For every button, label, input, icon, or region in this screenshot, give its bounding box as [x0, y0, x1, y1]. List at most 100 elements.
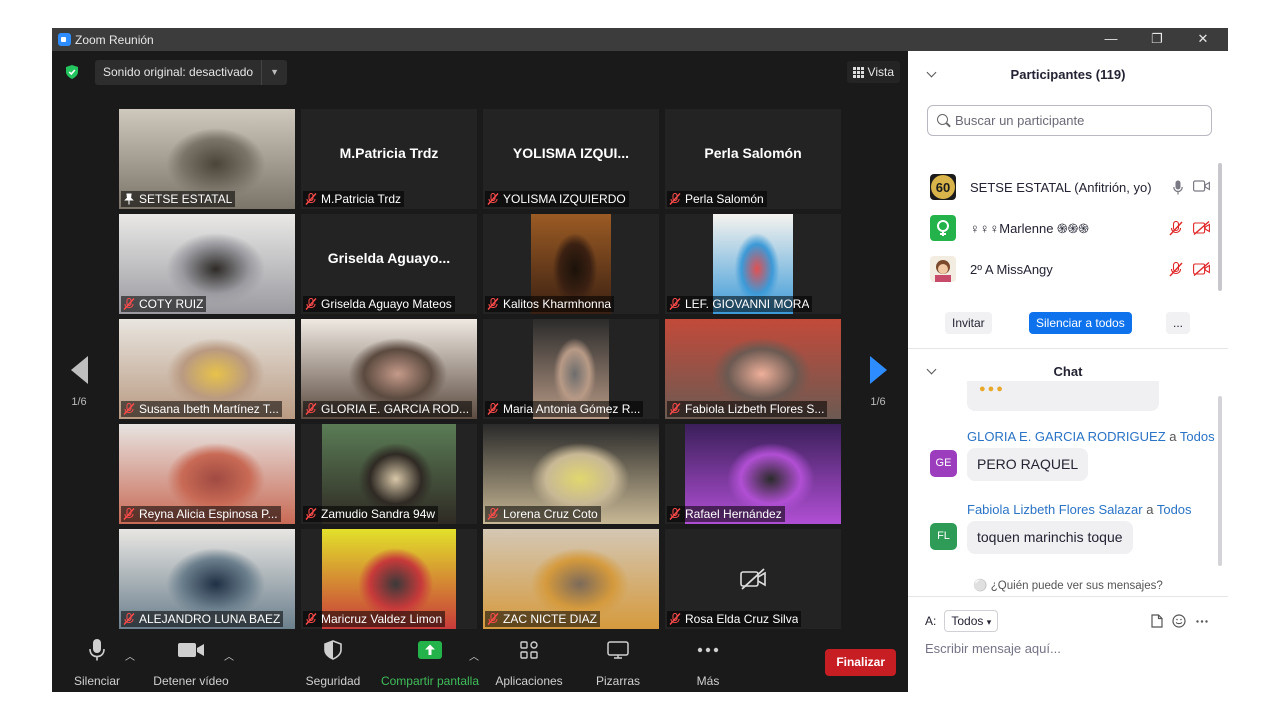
close-button[interactable]: ✕ — [1180, 28, 1226, 51]
muted-microphone-icon — [487, 508, 499, 520]
restore-button[interactable]: ❐ — [1134, 28, 1180, 51]
video-tile[interactable]: Susana Ibeth Martínez T... — [119, 319, 295, 419]
chat-message-input[interactable]: Escribir mensaje aquí... — [925, 641, 1061, 656]
participants-title: Participantes (119) — [1010, 67, 1126, 82]
more-button[interactable]: Más — [676, 634, 740, 692]
microphone-icon[interactable] — [1173, 180, 1183, 195]
avatar: 60 — [930, 174, 956, 200]
chat-scrollbar[interactable] — [1218, 396, 1222, 566]
security-shield-icon — [324, 640, 342, 660]
video-tile[interactable]: YOLISMA IZQUI... YOLISMA IZQUIERDO — [483, 109, 659, 209]
message-recipient[interactable]: Todos — [1180, 429, 1215, 444]
more-options-button[interactable]: ... — [1166, 312, 1191, 334]
original-sound-dropdown[interactable]: Sonido original: desactivado ▼ — [95, 60, 288, 85]
participant-name: COTY RUIZ — [139, 297, 204, 311]
video-tile[interactable]: Reyna Alicia Espinosa P... — [119, 424, 295, 524]
video-tile[interactable]: Maricruz Valdez Limon — [301, 529, 477, 629]
video-camera-icon[interactable] — [1193, 180, 1210, 192]
participant-name: Rosa Elda Cruz Silva — [685, 612, 799, 626]
arrow-right-icon[interactable] — [869, 356, 887, 384]
apps-button[interactable]: Aplicaciones — [490, 634, 568, 692]
collapse-chevron-icon[interactable] — [926, 67, 937, 78]
next-page[interactable]: 1/6 — [863, 356, 893, 408]
muted-microphone-icon[interactable] — [1169, 221, 1183, 236]
message-recipient[interactable]: Todos — [1157, 502, 1192, 517]
video-tile[interactable]: Fabiola Lizbeth Flores S... — [665, 319, 841, 419]
video-tile[interactable]: Griselda Aguayo... Griselda Aguayo Mateos — [301, 214, 477, 314]
video-tile[interactable]: Zamudio Sandra 94w — [301, 424, 477, 524]
stop-video-button[interactable]: Detener vídeo — [148, 634, 234, 692]
participant-name: Fabiola Lizbeth Flores S... — [685, 402, 825, 416]
participants-header[interactable]: Participantes (119) — [908, 67, 1228, 87]
collapse-chevron-icon[interactable] — [926, 364, 937, 375]
participant-name: ALEJANDRO LUNA BAEZ — [139, 612, 281, 626]
participant-name: Susana Ibeth Martínez T... — [139, 402, 279, 416]
participant-search-input[interactable]: Buscar un participante — [927, 105, 1212, 136]
video-off-icon[interactable] — [1193, 262, 1210, 276]
muted-microphone-icon[interactable] — [1169, 262, 1183, 277]
video-tile[interactable]: Rafael Hernández — [665, 424, 841, 524]
participant-row[interactable]: ♀♀♀Marlenne ֍֍֍ — [930, 213, 1210, 243]
video-tile[interactable]: SETSE ESTATAL — [119, 109, 295, 209]
participant-name-label: COTY RUIZ — [121, 296, 207, 312]
video-options-chevron-icon[interactable]: ︿ — [224, 648, 234, 663]
muted-microphone-icon — [669, 508, 681, 520]
share-options-chevron-icon[interactable]: ︿ — [469, 648, 479, 663]
sender-name[interactable]: Fabiola Lizbeth Flores Salazar — [967, 502, 1143, 517]
sender-name[interactable]: GLORIA E. GARCIA RODRIGUEZ — [967, 429, 1166, 444]
more-dots-icon[interactable] — [1196, 620, 1208, 623]
share-screen-button[interactable]: Compartir pantalla — [378, 634, 482, 692]
participant-name: Lorena Cruz Coto — [503, 507, 598, 521]
participant-name: YOLISMA IZQUIERDO — [503, 192, 626, 206]
end-meeting-button[interactable]: Finalizar — [825, 649, 896, 676]
emoji-icon[interactable] — [1172, 614, 1186, 628]
video-tile[interactable]: GLORIA E. GARCIA ROD... — [301, 319, 477, 419]
muted-microphone-icon — [305, 613, 317, 625]
mute-all-button[interactable]: Silenciar a todos — [1029, 312, 1132, 334]
message-to-word: a — [1146, 502, 1154, 517]
video-tile[interactable]: LEF. GIOVANNI MORA — [665, 214, 841, 314]
grid-view-icon — [852, 66, 864, 78]
invite-button[interactable]: Invitar — [945, 312, 992, 334]
video-tile[interactable]: Maria Antonia Gómez R... — [483, 319, 659, 419]
muted-microphone-icon — [487, 613, 499, 625]
video-tile[interactable]: COTY RUIZ — [119, 214, 295, 314]
participant-display-name: Perla Salomón — [704, 145, 802, 161]
who-can-see-link[interactable]: ⚪ ¿Quién puede ver sus mensajes? — [908, 578, 1228, 592]
participant-name: GLORIA E. GARCIA ROD... — [321, 402, 470, 416]
recipient-dropdown[interactable]: Todos ▾ — [944, 610, 999, 632]
participant-row[interactable]: 2º A MissAngy — [930, 254, 1210, 284]
message-bubble: toquen marinchis toque — [967, 521, 1133, 554]
participant-name: LEF. GIOVANNI MORA — [685, 297, 810, 311]
participant-name-label: LEF. GIOVANNI MORA — [667, 296, 813, 312]
participant-row[interactable]: 60 SETSE ESTATAL (Anfitrión, yo) — [930, 172, 1210, 202]
participant-name-label: Fabiola Lizbeth Flores S... — [667, 401, 828, 417]
video-tile[interactable]: Rosa Elda Cruz Silva — [665, 529, 841, 629]
video-tile[interactable]: Perla Salomón Perla Salomón — [665, 109, 841, 209]
who-can-see-label: ¿Quién puede ver sus mensajes? — [990, 580, 1163, 592]
chevron-down-icon[interactable]: ▼ — [261, 60, 279, 85]
mute-button[interactable]: Silenciar — [64, 634, 130, 692]
file-icon[interactable] — [1151, 614, 1163, 628]
audio-options-chevron-icon[interactable]: ︿ — [125, 648, 135, 663]
security-button[interactable]: Seguridad — [300, 634, 366, 692]
prev-page[interactable]: 1/6 — [64, 356, 94, 408]
view-button[interactable]: Vista — [846, 61, 900, 83]
participants-scrollbar[interactable] — [1218, 163, 1222, 291]
video-tile[interactable]: ALEJANDRO LUNA BAEZ — [119, 529, 295, 629]
recipient-row: A: Todos ▾ — [925, 610, 999, 632]
encryption-shield-icon[interactable] — [66, 65, 78, 79]
video-tile[interactable]: Lorena Cruz Coto — [483, 424, 659, 524]
muted-microphone-icon — [123, 508, 135, 520]
participant-name: Kalitos Kharmhonna — [503, 297, 612, 311]
participant-name-label: Kalitos Kharmhonna — [485, 296, 615, 312]
video-tile[interactable]: Kalitos Kharmhonna — [483, 214, 659, 314]
video-tile[interactable]: ZAC NICTE DIAZ — [483, 529, 659, 629]
video-tile[interactable]: M.Patricia Trdz M.Patricia Trdz — [301, 109, 477, 209]
muted-microphone-icon — [487, 403, 499, 415]
participant-name-label: YOLISMA IZQUIERDO — [485, 191, 629, 207]
arrow-left-icon[interactable] — [70, 356, 88, 384]
whiteboards-button[interactable]: Pizarras — [586, 634, 650, 692]
video-off-icon[interactable] — [1193, 221, 1210, 235]
minimize-button[interactable]: — — [1088, 28, 1134, 51]
